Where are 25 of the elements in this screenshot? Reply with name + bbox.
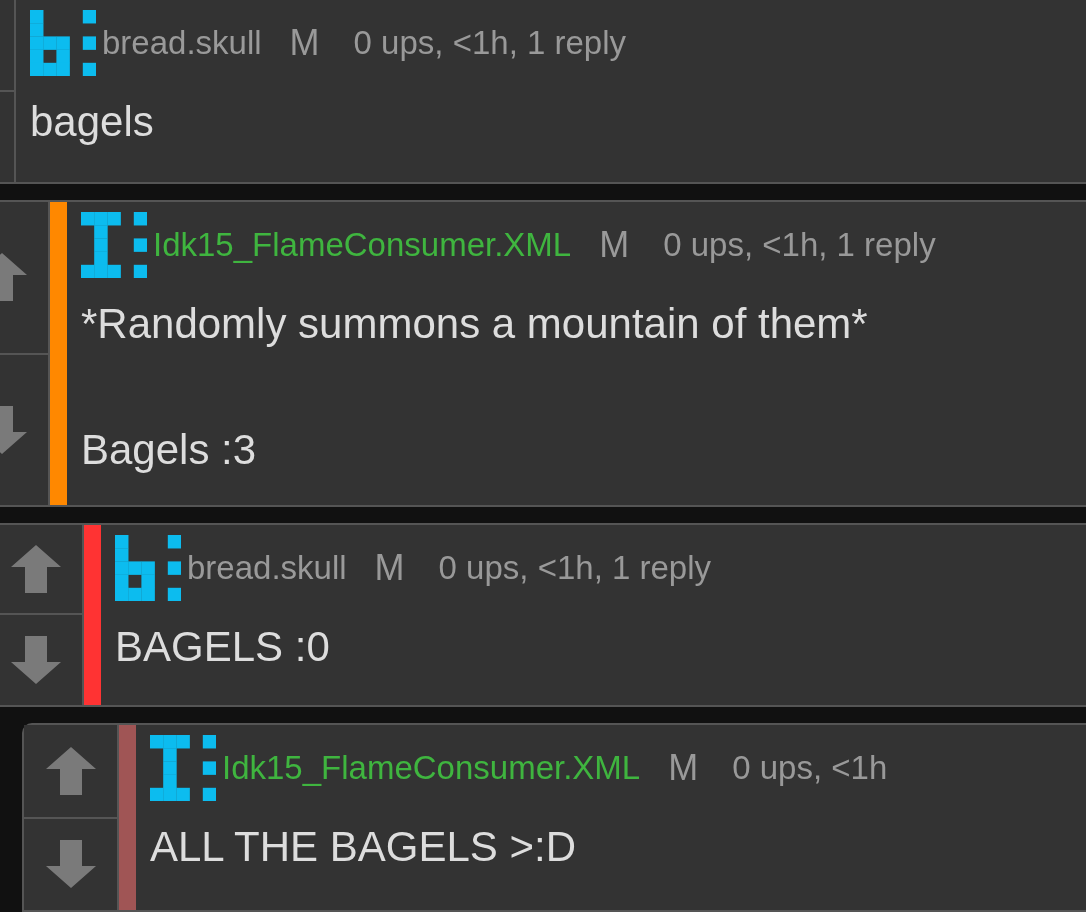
comment-meta: 0 ups, <1h — [732, 749, 888, 787]
down-arrow-icon — [10, 636, 61, 684]
mod-label: M — [668, 747, 699, 789]
pixel-avatar-icon — [150, 735, 216, 801]
mod-label: M — [289, 22, 320, 64]
pixel-avatar-icon — [30, 10, 96, 76]
pixel-avatar-icon — [115, 535, 181, 601]
comment-text: *Randomly summons a mountain of them* Bagels :3 — [81, 299, 869, 475]
username-link[interactable]: Idk15_FlameConsumer.XML — [153, 226, 572, 264]
username-link[interactable]: bread.skull — [102, 24, 262, 62]
comment-meta: 0 ups, <1h, 1 reply — [353, 24, 627, 62]
comment-text: bagels — [30, 97, 155, 147]
comment-text: ALL THE BAGELS >:D — [150, 822, 578, 872]
comment-text: BAGELS :0 — [115, 622, 331, 672]
down-arrow-icon — [45, 840, 96, 889]
upvote-button[interactable] — [24, 725, 117, 819]
mod-label: M — [599, 224, 630, 266]
comment-meta: 0 ups, <1h, 1 reply — [438, 549, 712, 587]
username-link[interactable]: bread.skull — [187, 549, 347, 587]
username-link[interactable]: Idk15_FlameConsumer.XML — [222, 749, 641, 787]
up-arrow-icon — [45, 746, 96, 795]
mod-label: M — [374, 547, 405, 589]
comment-meta: 0 ups, <1h, 1 reply — [663, 226, 936, 264]
pixel-avatar-icon — [81, 212, 147, 278]
up-arrow-icon — [10, 545, 61, 593]
